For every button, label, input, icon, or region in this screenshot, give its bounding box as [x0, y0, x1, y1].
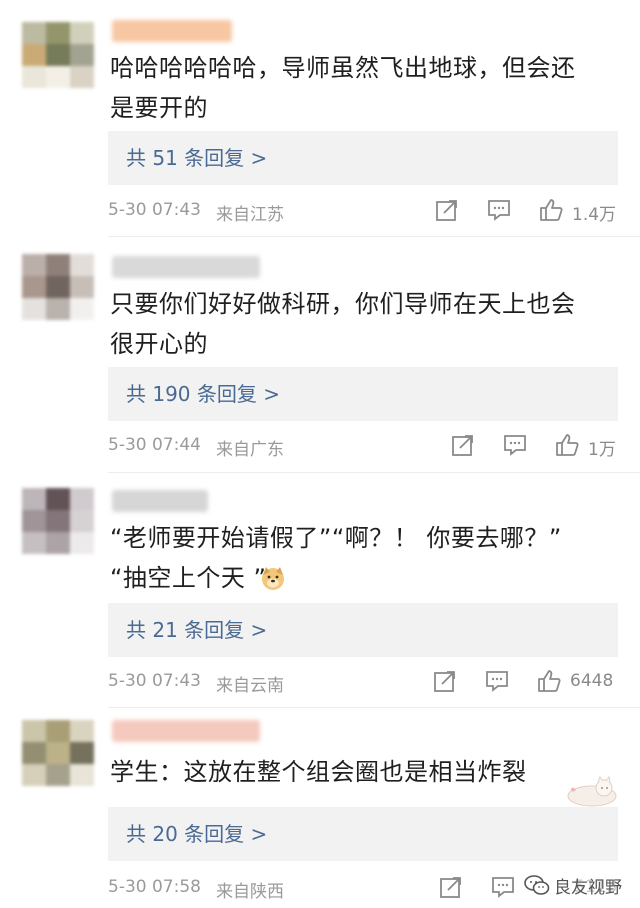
username[interactable]	[112, 720, 260, 742]
replies-link[interactable]: 共 20 条回复 >	[108, 807, 618, 861]
comment-meta: 5-30 07:43 来自江苏 1.4万	[0, 197, 640, 227]
avatar[interactable]	[22, 720, 94, 786]
username[interactable]	[112, 490, 208, 512]
like-count: 1万	[588, 440, 616, 460]
timestamp: 5-30 07:43	[108, 200, 201, 220]
comment-line: 哈哈哈哈哈哈，导师虽然飞出地球，但会还	[110, 54, 576, 82]
replies-link[interactable]: 共 21 条回复 >	[108, 603, 618, 657]
comment-text: 只要你们好好做科研，你们导师在天上也会 很开心的	[110, 284, 630, 364]
comment-icon[interactable]	[486, 197, 512, 223]
comment-icon[interactable]	[502, 432, 528, 458]
comment-icon[interactable]	[484, 668, 510, 694]
divider	[108, 236, 640, 237]
share-icon[interactable]	[438, 874, 464, 900]
comment-line: 很开心的	[110, 330, 208, 358]
comment-line: “抽空上个天 ”	[110, 558, 630, 598]
comment-meta: 5-30 07:44 来自广东 1万	[0, 432, 640, 462]
avatar[interactable]	[22, 488, 94, 554]
comment-meta: 5-30 07:43 来自云南 6448	[0, 668, 640, 698]
like-count: 6448	[570, 671, 614, 691]
location: 来自陕西	[216, 882, 284, 902]
avatar[interactable]	[22, 254, 94, 320]
location: 来自广东	[216, 440, 284, 460]
share-icon[interactable]	[432, 668, 458, 694]
comment-line-text: “抽空上个天 ”	[110, 564, 267, 592]
timestamp: 5-30 07:43	[108, 671, 201, 691]
comment-line: “老师要开始请假了”“啊？！ 你要去哪？”	[110, 524, 562, 552]
timestamp: 5-30 07:44	[108, 435, 201, 455]
avatar[interactable]	[22, 22, 94, 88]
cat-sticker-icon	[567, 775, 617, 807]
replies-link[interactable]: 共 190 条回复 >	[108, 367, 618, 421]
comment-line: 学生：这放在整个组会圈也是相当炸裂	[110, 758, 527, 786]
comment-icon[interactable]	[490, 874, 516, 900]
comment-text: 哈哈哈哈哈哈，导师虽然飞出地球，但会还 是要开的	[110, 48, 630, 128]
location: 来自云南	[216, 676, 284, 696]
replies-link[interactable]: 共 51 条回复 >	[108, 131, 618, 185]
divider	[108, 707, 640, 708]
wechat-icon	[524, 875, 550, 895]
location: 来自江苏	[216, 205, 284, 225]
comment-text: 学生：这放在整个组会圈也是相当炸裂	[110, 752, 630, 792]
username[interactable]	[112, 256, 260, 278]
like-icon[interactable]	[538, 197, 564, 223]
comment-text: “老师要开始请假了”“啊？！ 你要去哪？” “抽空上个天 ”	[110, 518, 630, 598]
doge-emoji-icon	[262, 567, 284, 590]
watermark-text: 良友视野	[554, 877, 622, 898]
comment-line: 只要你们好好做科研，你们导师在天上也会	[110, 290, 576, 318]
comment-line: 是要开的	[110, 94, 208, 122]
share-icon[interactable]	[450, 432, 476, 458]
like-icon[interactable]	[536, 668, 562, 694]
like-icon[interactable]	[554, 432, 580, 458]
watermark: 良友视野	[524, 868, 634, 902]
like-count: 1.4万	[572, 205, 617, 225]
timestamp: 5-30 07:58	[108, 877, 201, 897]
share-icon[interactable]	[434, 197, 460, 223]
divider	[108, 472, 640, 473]
username[interactable]	[112, 20, 232, 42]
